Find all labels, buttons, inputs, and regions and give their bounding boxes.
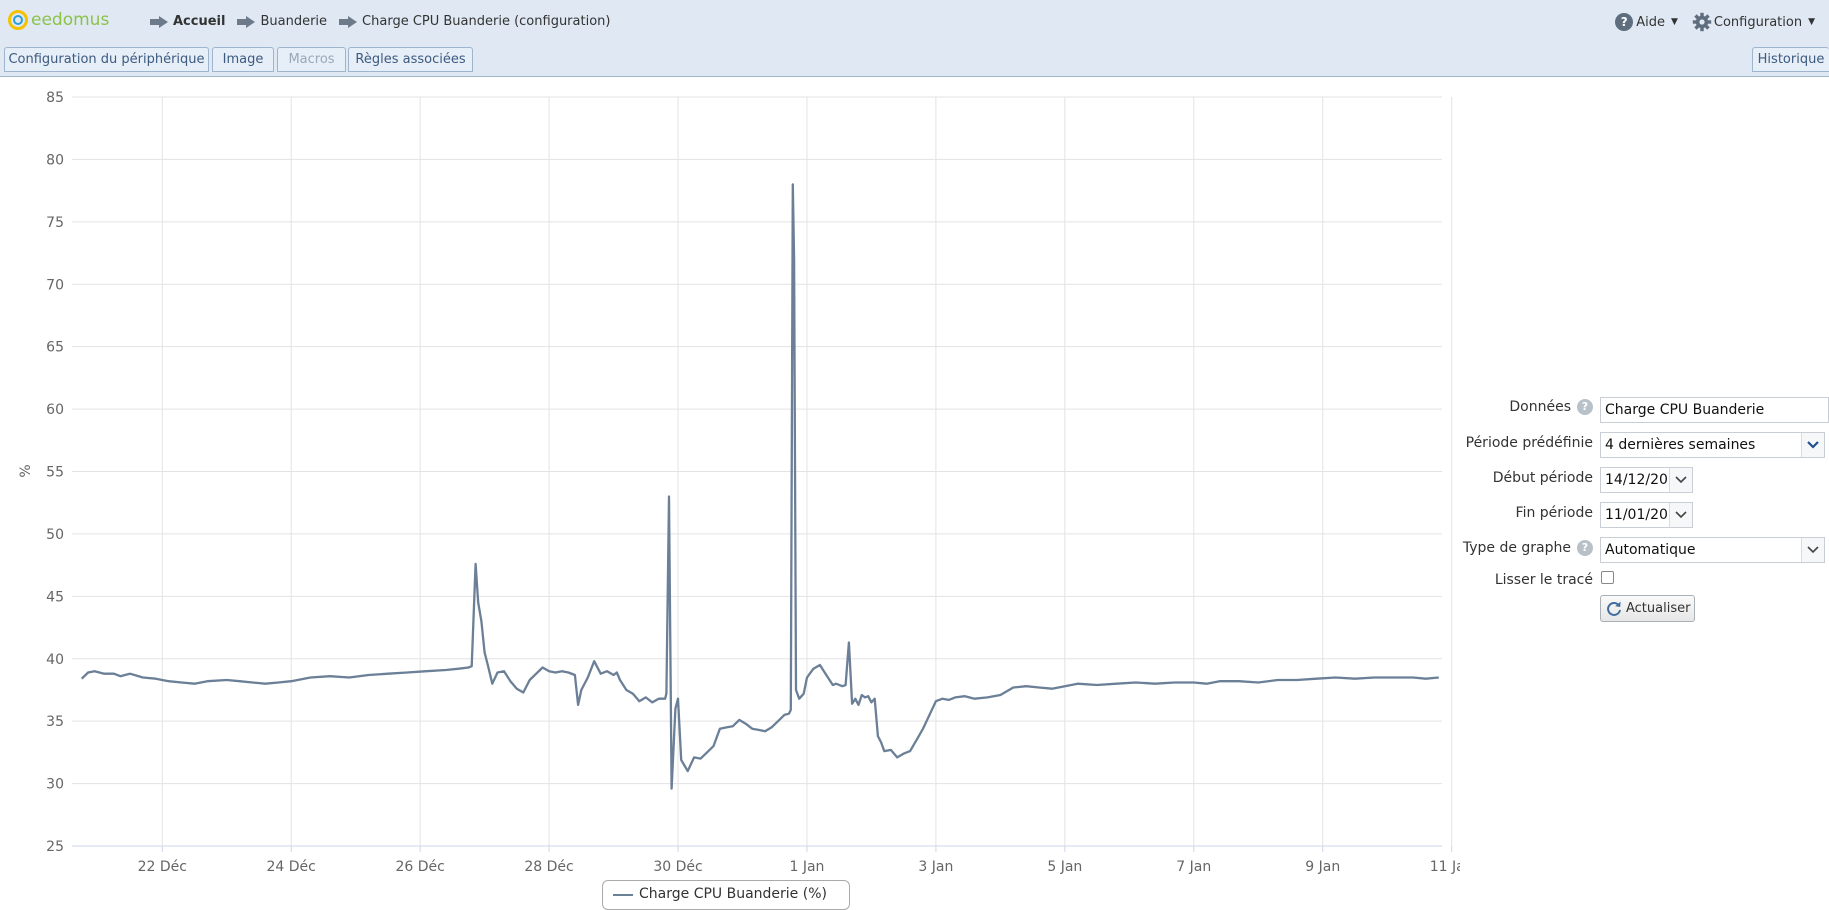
x-tick-label: 11 Jan [1430,859,1460,875]
breadcrumb: Accueil Buanderie Charge CPU Buanderie (… [150,14,622,29]
chart-axes: 25 30 35 40 45 50 55 60 65 70 75 80 85 22 Déc 24 Déc 26… [46,90,1460,875]
x-tick-label: 22 Déc [138,859,187,875]
y-tick-label: 30 [46,777,64,793]
graph-type-select[interactable]: Automatique [1600,537,1825,563]
help-icon[interactable]: ? [1577,399,1593,415]
refresh-button[interactable]: Actualiser [1600,595,1695,622]
tab-associated-rules[interactable]: Règles associées [348,47,473,72]
tab-image[interactable]: Image [212,47,274,72]
select-arrow-icon [1801,538,1824,562]
smooth-checkbox[interactable] [1601,571,1614,584]
caret-down-icon: ▼ [1670,17,1678,27]
y-tick-label: 35 [46,714,64,730]
help-icon[interactable]: ? [1577,540,1593,556]
cpu-load-chart: 25 30 35 40 45 50 55 60 65 70 75 80 85 22 Déc 24 Déc 26… [18,90,1460,875]
start-period-date-input[interactable]: 14/12/2018 [1600,467,1693,493]
refresh-icon [1607,601,1621,616]
breadcrumb-item-device[interactable]: Charge CPU Buanderie (configuration) [339,14,610,29]
data-label-row: Données? [1460,399,1593,415]
caret-down-icon: ▼ [1808,17,1815,27]
x-tick-label: 7 Jan [1176,859,1211,875]
breadcrumb-label: Accueil [173,14,226,29]
data-label: Données [1509,399,1571,415]
y-tick-label: 40 [46,652,64,668]
tab-macros[interactable]: Macros [277,47,346,72]
x-tick-label: 1 Jan [789,859,824,875]
graph-type-label: Type de graphe [1462,540,1571,556]
period-label: Période prédéfinie [1465,435,1593,451]
y-tick-label: 60 [46,402,64,418]
end-period-label: Fin période [1515,505,1593,521]
graph-type-value: Automatique [1605,542,1696,558]
gear-icon [1692,12,1712,32]
y-axis-label: % [18,464,34,477]
arrow-right-icon [237,15,256,28]
logo-ring-icon [8,10,28,30]
smooth-label: Lisser le tracé [1494,572,1593,588]
configuration-menu-button[interactable]: Configuration ▼ [1692,12,1815,32]
x-tick-label: 26 Déc [395,859,444,875]
tab-bar: Configuration du périphérique Image Macr… [0,44,1829,77]
top-right-menu: ? Aide ▼ Configuration ▼ [1601,12,1829,32]
y-tick-label: 65 [46,340,64,356]
series-line-cpu-load [80,183,1439,790]
chart-legend[interactable]: Charge CPU Buanderie (%) [602,880,850,910]
y-tick-label: 25 [46,839,64,855]
refresh-button-label: Actualiser [1626,601,1691,616]
configuration-menu-label: Configuration [1713,14,1803,30]
period-select-value: 4 dernières semaines [1605,437,1756,453]
x-tick-label: 30 Déc [653,859,702,875]
start-period-label: Début période [1492,470,1593,486]
x-tick-label: 28 Déc [524,859,573,875]
y-tick-label: 45 [46,589,64,605]
data-select[interactable]: Charge CPU Buanderie [1600,397,1829,423]
y-tick-label: 50 [46,527,64,543]
y-tick-label: 75 [46,215,64,231]
end-period-date-input[interactable]: 11/01/2019 [1600,502,1693,528]
x-tick-label: 9 Jan [1305,859,1340,875]
x-tick-label: 3 Jan [918,859,953,875]
logo-text: eedomus [31,10,110,30]
breadcrumb-label: Charge CPU Buanderie (configuration) [362,14,611,29]
x-tick-label: 24 Déc [267,859,316,875]
help-menu-label: Aide [1636,14,1665,30]
tab-history[interactable]: Historique [1752,47,1829,72]
breadcrumb-item-room[interactable]: Buanderie [237,14,327,29]
select-arrow-icon [1801,433,1824,457]
help-menu-button[interactable]: ? Aide ▼ [1615,13,1678,31]
breadcrumb-label: Buanderie [260,14,328,29]
arrow-right-icon [339,15,358,28]
breadcrumb-item-home[interactable]: Accueil [150,14,225,29]
y-tick-label: 55 [46,465,64,481]
chevron-down-icon[interactable] [1669,503,1692,527]
tab-device-configuration[interactable]: Configuration du périphérique [4,47,209,72]
y-tick-label: 70 [46,277,64,293]
period-select[interactable]: 4 dernières semaines [1600,432,1825,458]
legend-series-name: Charge CPU Buanderie (%) [639,886,827,902]
y-tick-label: 80 [46,152,64,168]
graph-type-label-row: Type de graphe? [1440,540,1593,556]
chart-grid [72,96,1453,847]
y-tick-label: 85 [46,90,64,106]
x-tick-label: 5 Jan [1047,859,1082,875]
chevron-down-icon[interactable] [1669,468,1692,492]
top-navigation-bar: eedomus Accueil Buanderie Charge CPU Bua… [0,0,1829,45]
legend-line-swatch [613,894,633,896]
arrow-right-icon [150,15,168,28]
eedomus-logo[interactable]: eedomus [8,10,109,30]
help-icon: ? [1615,13,1634,31]
